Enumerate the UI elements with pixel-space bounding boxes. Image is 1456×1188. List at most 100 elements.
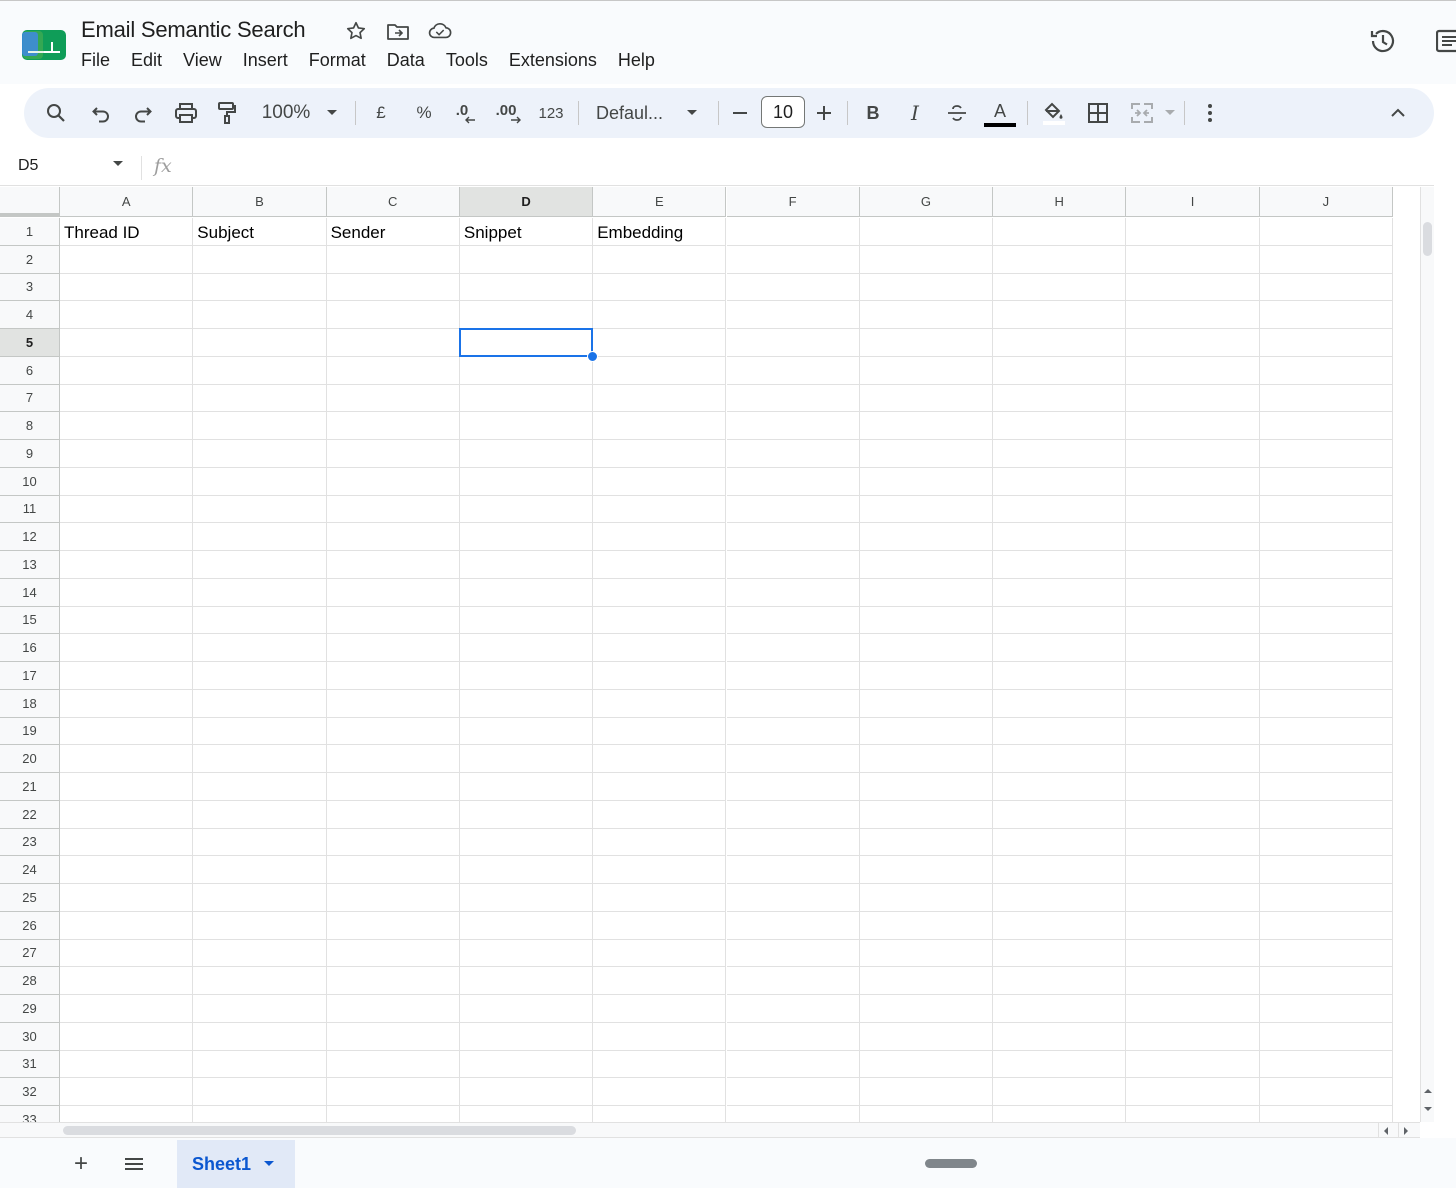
cell-j10[interactable] [1259,467,1393,496]
cell-g16[interactable] [859,634,994,662]
cell-f7[interactable] [726,384,860,413]
menu-tools[interactable]: Tools [446,50,488,71]
cell-a13[interactable] [60,551,194,579]
cell-h15[interactable] [993,606,1127,635]
cell-g26[interactable] [859,911,994,940]
cell-i16[interactable] [1126,634,1260,662]
zoom-select[interactable]: 100% [257,88,315,138]
cell-f28[interactable] [726,967,860,995]
cell-g18[interactable] [859,689,994,718]
history-icon[interactable] [1368,25,1398,57]
cell-a8[interactable] [60,412,194,440]
cell-d30[interactable] [459,1022,594,1051]
cell-i27[interactable] [1126,939,1260,968]
scroll-up-icon[interactable] [1421,1084,1435,1098]
cell-j26[interactable] [1259,911,1393,940]
cell-a10[interactable] [60,467,194,496]
cell-d4[interactable] [459,301,594,329]
cell-f18[interactable] [726,689,860,718]
zoom-dropdown-arrow-icon[interactable] [322,88,342,138]
cell-i11[interactable] [1126,495,1260,524]
cell-j11[interactable] [1259,495,1393,524]
cell-j4[interactable] [1259,301,1393,329]
cell-b9[interactable] [193,440,327,468]
cell-d7[interactable] [459,384,594,413]
row-header-4[interactable]: 4 [0,301,60,329]
cell-j22[interactable] [1259,800,1393,829]
column-header-a[interactable]: A [60,187,194,217]
fill-handle[interactable] [587,350,599,362]
row-header-14[interactable]: 14 [0,578,60,607]
menu-help[interactable]: Help [618,50,655,71]
row-header-24[interactable]: 24 [0,856,60,884]
cell-d28[interactable] [459,967,594,995]
cell-b27[interactable] [193,939,327,968]
horizontal-scrollbar[interactable] [0,1122,1420,1138]
cell-i31[interactable] [1126,1050,1260,1079]
cell-e1[interactable]: Embedding [593,218,727,246]
cell-d20[interactable] [459,745,594,773]
bold-button[interactable]: B [862,88,884,138]
cell-f15[interactable] [726,606,860,635]
cell-a27[interactable] [60,939,194,968]
cell-a4[interactable] [60,301,194,329]
decrease-font-size-icon[interactable] [730,88,750,138]
column-header-j[interactable]: J [1259,187,1393,217]
cell-g1[interactable] [859,218,994,246]
cell-b3[interactable] [193,273,327,302]
cell-d26[interactable] [459,911,594,940]
cell-i1[interactable] [1126,218,1260,246]
cell-j20[interactable] [1259,745,1393,773]
cell-e16[interactable] [593,634,727,662]
font-size-input[interactable]: 10 [761,96,805,128]
cell-i32[interactable] [1126,1078,1260,1106]
cell-d13[interactable] [459,551,594,579]
cell-g13[interactable] [859,551,994,579]
cell-f9[interactable] [726,440,860,468]
cell-g31[interactable] [859,1050,994,1079]
cell-b26[interactable] [193,911,327,940]
cell-a12[interactable] [60,523,194,551]
row-header-25[interactable]: 25 [0,884,60,912]
cell-h9[interactable] [993,440,1127,468]
cell-h5[interactable] [993,329,1127,357]
cell-a29[interactable] [60,995,194,1023]
row-header-21[interactable]: 21 [0,773,60,801]
cell-j28[interactable] [1259,967,1393,995]
sheets-logo[interactable] [22,29,66,61]
cell-a16[interactable] [60,634,194,662]
cell-h7[interactable] [993,384,1127,413]
cell-d16[interactable] [459,634,594,662]
cell-j5[interactable] [1259,329,1393,357]
borders-icon[interactable] [1086,88,1110,138]
more-options-icon[interactable] [1200,88,1220,138]
cell-d31[interactable] [459,1050,594,1079]
cell-e26[interactable] [593,911,727,940]
cell-c28[interactable] [326,967,460,995]
cell-a19[interactable] [60,717,194,746]
cell-c10[interactable] [326,467,460,496]
cell-g5[interactable] [859,329,994,357]
cell-e10[interactable] [593,467,727,496]
formula-input[interactable] [190,154,1420,182]
cell-c29[interactable] [326,995,460,1023]
cell-h10[interactable] [993,467,1127,496]
cell-b20[interactable] [193,745,327,773]
cell-j13[interactable] [1259,551,1393,579]
cell-h20[interactable] [993,745,1127,773]
row-header-11[interactable]: 11 [0,495,60,524]
cell-f8[interactable] [726,412,860,440]
cell-h2[interactable] [993,245,1127,274]
cell-a21[interactable] [60,773,194,801]
number-format-button[interactable]: 123 [536,88,566,138]
cell-d5[interactable] [459,329,594,357]
collapse-toolbar-icon[interactable] [1386,88,1410,138]
cell-g20[interactable] [859,745,994,773]
cell-h22[interactable] [993,800,1127,829]
cell-a11[interactable] [60,495,194,524]
print-icon[interactable] [173,88,199,138]
cell-i13[interactable] [1126,551,1260,579]
cell-g21[interactable] [859,773,994,801]
cell-d23[interactable] [459,828,594,857]
cell-g11[interactable] [859,495,994,524]
